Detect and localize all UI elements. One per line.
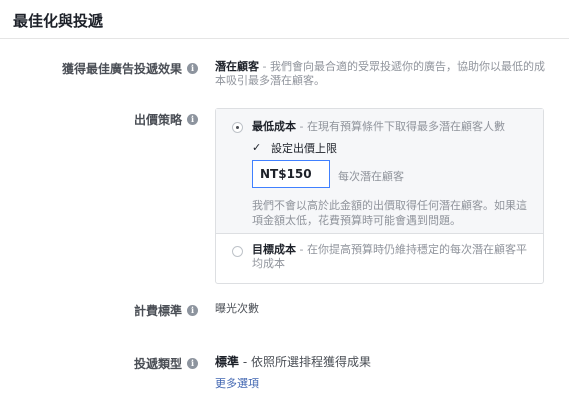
delivery-type-row-label: 投遞類型 i bbox=[134, 355, 198, 372]
delivery-type-label: 投遞類型 bbox=[133, 357, 182, 371]
optimization-goal: 潛在顧客 bbox=[215, 60, 259, 73]
optimization-description: - 我們會向最合適的受眾投遞你的廣告，協助你以最低的成本吸引最多潛在顧客。 bbox=[215, 60, 545, 87]
lowest-cost-text: 最低成本 - 在現有預算條件下取得最多潛在顧客人數 bbox=[252, 120, 537, 134]
bid-cap-amount-input[interactable]: NT$150 bbox=[252, 160, 330, 188]
target-cost-option[interactable]: 目標成本 - 在你提高預算時仍維持穩定的每次潛在顧客平均成本 bbox=[252, 243, 537, 271]
lowest-cost-option[interactable]: 最低成本 - 在現有預算條件下取得最多潛在顧客人數 ✓ 設定出價上限 NT$15… bbox=[216, 109, 543, 234]
divider bbox=[0, 38, 569, 39]
bid-strategy-panel: 最低成本 - 在現有預算條件下取得最多潛在顧客人數 ✓ 設定出價上限 NT$15… bbox=[215, 108, 544, 284]
billing-label: 計費標準 bbox=[133, 304, 182, 318]
bid-cap-warning: 我們不會以高於此金額的出價取得任何潛在顧客。如果這項金額太低，花費預算時可能會遇… bbox=[252, 199, 527, 227]
target-cost-title: 目標成本 bbox=[252, 243, 296, 256]
optimization-value: 潛在顧客 - 我們會向最合適的受眾投遞你的廣告，協助你以最低的成本吸引最多潛在顧… bbox=[215, 60, 545, 88]
billing-value: 曝光次數 bbox=[215, 302, 259, 315]
info-icon[interactable]: i bbox=[187, 114, 198, 125]
info-icon[interactable]: i bbox=[187, 358, 198, 369]
lowest-cost-radio[interactable] bbox=[232, 122, 243, 133]
section-title: 最佳化與投遞 bbox=[13, 12, 104, 30]
bid-cap-label: 設定出價上限 bbox=[271, 142, 337, 155]
lowest-cost-title: 最低成本 bbox=[252, 120, 296, 133]
billing-row-label: 計費標準 i bbox=[134, 302, 198, 319]
lowest-cost-description: - 在現有預算條件下取得最多潛在顧客人數 bbox=[296, 120, 505, 133]
bid-strategy-label: 出價策略 bbox=[133, 113, 182, 127]
info-icon[interactable]: i bbox=[187, 63, 198, 74]
more-options-link[interactable]: 更多選項 bbox=[215, 375, 259, 391]
per-lead-label: 每次潛在顧客 bbox=[338, 170, 404, 183]
delivery-type-name: 標準 bbox=[215, 355, 240, 369]
delivery-type-description: - 依照所選排程獲得成果 bbox=[239, 355, 371, 369]
info-icon[interactable]: i bbox=[187, 305, 198, 316]
bid-cap-checkbox[interactable]: ✓ bbox=[252, 142, 263, 153]
bid-strategy-row-label: 出價策略 i bbox=[134, 111, 198, 128]
target-cost-radio[interactable] bbox=[232, 246, 243, 257]
delivery-type-value: 標準 - 依照所選排程獲得成果 bbox=[215, 355, 371, 369]
optimization-row-label: 獲得最佳廣告投遞效果 i bbox=[62, 60, 198, 77]
optimization-label: 獲得最佳廣告投遞效果 bbox=[61, 62, 182, 76]
